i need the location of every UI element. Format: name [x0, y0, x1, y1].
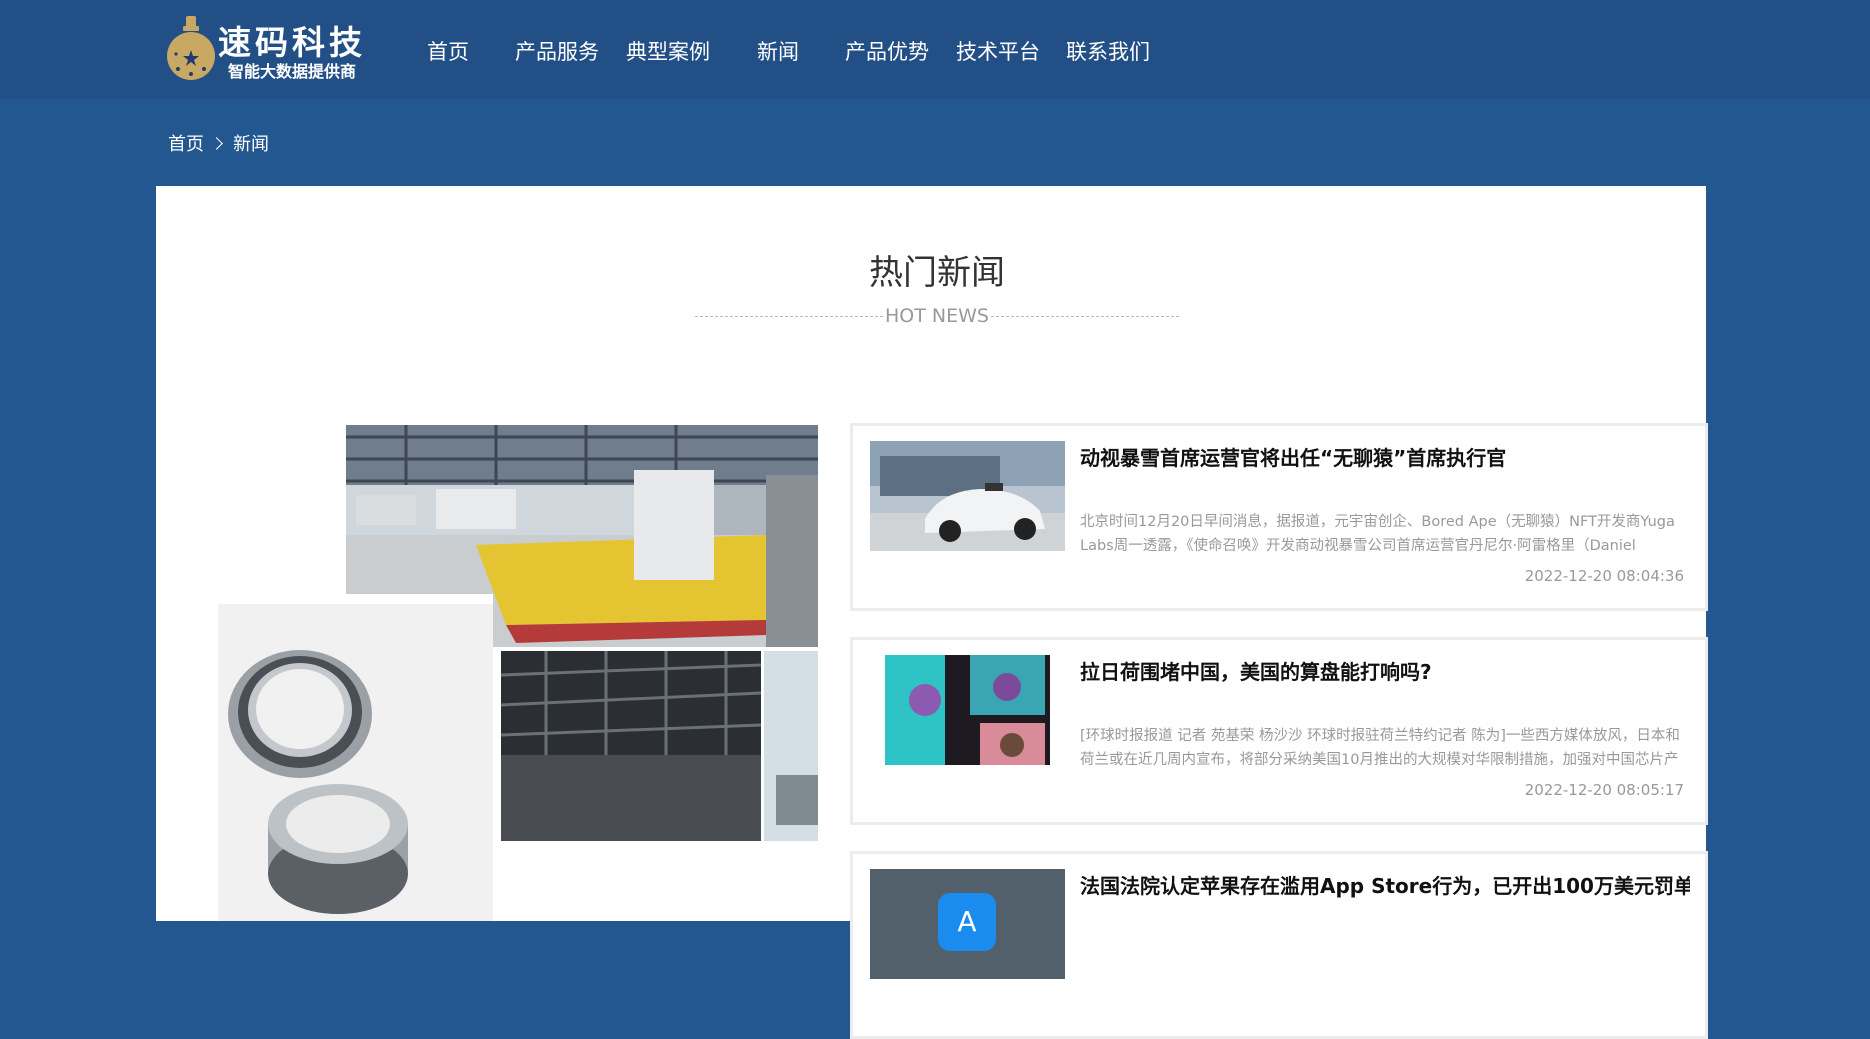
news-title[interactable]: 法国法院认定苹果存在滥用App Store行为，已开出100万美元罚单 [1080, 870, 1690, 899]
top-header: 速码科技 智能大数据提供商 首页 产品服务 典型案例 新闻 产品优势 技术平台 … [0, 0, 1870, 99]
svg-text:A: A [957, 905, 976, 938]
nav-tech-platform[interactable]: 技术平台 [956, 36, 1040, 66]
logo[interactable]: 速码科技 智能大数据提供商 [166, 14, 378, 84]
nav-home[interactable]: 首页 [427, 36, 469, 66]
ape-nft-photo-icon [870, 655, 1065, 765]
logo-title: 速码科技 [218, 23, 366, 62]
news-date: 2022-12-20 08:04:36 [1524, 567, 1684, 585]
news-title[interactable]: 动视暴雪首席运营官将出任“无聊猿”首席执行官 [1080, 442, 1690, 471]
news-thumbnail[interactable] [870, 441, 1065, 551]
dashed-divider-right [990, 316, 1179, 317]
bearing-photo [218, 594, 493, 921]
nav-contact[interactable]: 联系我们 [1066, 36, 1150, 66]
news-card[interactable]: A 法国法院认定苹果存在滥用App Store行为，已开出100万美元罚单 [850, 851, 1708, 1039]
breadcrumb-current: 新闻 [233, 134, 269, 155]
news-description [1080, 938, 1690, 986]
news-card[interactable]: 拉日荷围堵中国，美国的算盘能打响吗? [环球时报报道 记者 苑基荣 杨沙沙 环球… [850, 637, 1708, 825]
logo-subtitle: 智能大数据提供商 [228, 62, 357, 81]
news-description: 北京时间12月20日早间消息，据报道，元宇宙创企、Bored Ape（无聊猿）N… [1080, 514, 1675, 554]
logo-emblem-icon [167, 16, 215, 80]
news-description: [环球时报报道 记者 苑基荣 杨沙沙 环球时报驻荷兰特约记者 陈为]一些西方媒体… [1080, 728, 1680, 768]
news-thumbnail[interactable]: A [870, 869, 1065, 979]
dashed-divider-left [695, 316, 884, 317]
breadcrumb: 首页 新闻 [168, 130, 269, 156]
car-photo-icon [870, 441, 1065, 551]
bearing-photo-icon [218, 594, 493, 921]
nav-news[interactable]: 新闻 [757, 36, 799, 66]
nav-advantages[interactable]: 产品优势 [845, 36, 929, 66]
news-title[interactable]: 拉日荷围堵中国，美国的算盘能打响吗? [1080, 656, 1690, 685]
news-date: 2022-12-20 08:05:17 [1524, 781, 1684, 799]
section-subtitle: HOT NEWS [885, 305, 989, 327]
app-store-photo-icon: A [870, 869, 1065, 979]
news-card[interactable]: 动视暴雪首席运营官将出任“无聊猿”首席执行官 北京时间12月20日早间消息，据报… [850, 423, 1708, 611]
nav-cases[interactable]: 典型案例 [626, 36, 710, 66]
section-title: 热门新闻 [869, 253, 1005, 293]
section-subtitle-row: HOT NEWS [156, 305, 1718, 327]
breadcrumb-home[interactable]: 首页 [168, 130, 204, 156]
news-thumbnail[interactable] [870, 655, 1065, 765]
chevron-right-icon [210, 136, 223, 150]
nav-products[interactable]: 产品服务 [515, 36, 599, 66]
